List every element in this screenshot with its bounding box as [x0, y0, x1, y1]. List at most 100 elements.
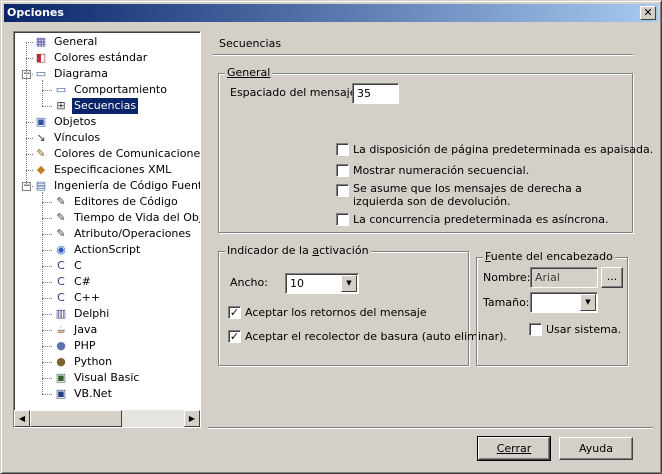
- tree-item-label: Python: [74, 355, 113, 368]
- options-dialog: Opciones ✕ ▦ General ◧ Colores estándar ▭ Dia…: [0, 0, 662, 474]
- title-divider: [213, 54, 633, 56]
- close-button[interactable]: Cerrar: [477, 436, 551, 461]
- scroll-thumb[interactable]: [30, 410, 122, 427]
- font-browse-button[interactable]: ...: [601, 267, 623, 288]
- communication-colors-icon: ✎: [36, 147, 46, 160]
- tree-connector: [42, 234, 52, 235]
- font-name-input[interactable]: Arial: [530, 267, 598, 288]
- tree-item-label: Objetos: [54, 115, 97, 128]
- font-name-label: Nombre:: [483, 271, 531, 284]
- tree-connector: [42, 378, 52, 379]
- links-icon: ↘: [36, 131, 46, 144]
- landscape-checkbox[interactable]: [336, 143, 349, 156]
- sequence-numbering-label: Mostrar numeración secuencial.: [353, 164, 530, 177]
- help-button-label: Ayuda: [579, 442, 613, 455]
- tree-item-label: Vínculos: [54, 131, 101, 144]
- garbage-collector-label: Aceptar el recolector de basura (auto el…: [245, 330, 507, 343]
- delphi-icon: ▥: [55, 307, 67, 320]
- tree-connector: [26, 42, 27, 186]
- php-icon: ●: [56, 339, 66, 352]
- help-button[interactable]: Ayuda: [559, 437, 633, 460]
- tree-connector: [42, 314, 52, 315]
- tree-connector: [42, 266, 52, 267]
- use-system-label: Usar sistema.: [546, 323, 622, 336]
- options-tree[interactable]: ▦ General ◧ Colores estándar ▭ Diagrama − ▭ Comp…: [13, 31, 201, 428]
- close-window-button[interactable]: ✕: [640, 6, 656, 20]
- tree-connector: [42, 192, 43, 394]
- tree-item-label: Especificaciones XML: [54, 163, 172, 176]
- tree-item-label: General: [54, 35, 98, 48]
- tree-connector: [42, 346, 52, 347]
- font-size-select[interactable]: ▼: [530, 292, 598, 313]
- java-icon: ☕: [56, 323, 66, 336]
- tree-connector: [42, 90, 52, 91]
- visual-basic-icon: ▣: [55, 371, 67, 384]
- python-icon: ●: [56, 355, 66, 368]
- tree-item-label: Editores de Código: [74, 195, 178, 208]
- tree-item-label: Ingeniería de Código Fuente: [54, 179, 201, 192]
- accept-returns-label: Aceptar los retornos del mensaje: [245, 306, 427, 319]
- tree-connector: [42, 362, 52, 363]
- xml-icon: ◆: [36, 163, 46, 176]
- tree-connector: [42, 106, 52, 107]
- tree-item-label: Comportamiento: [74, 83, 167, 96]
- chevron-down-icon[interactable]: ▼: [580, 294, 596, 311]
- sequence-numbering-checkbox[interactable]: [336, 164, 349, 177]
- tree-connector: [26, 42, 33, 43]
- right-to-left-return-checkbox[interactable]: [336, 184, 349, 197]
- width-value: 10: [290, 277, 304, 290]
- tree-item-label: Colores de Comunicaciones: [54, 147, 201, 160]
- tree-connector: [26, 170, 33, 171]
- tree-connector: [42, 298, 52, 299]
- general-icon: ▦: [35, 35, 47, 48]
- behavior-icon: ▭: [55, 83, 67, 96]
- tree-item-label: PHP: [74, 339, 96, 352]
- title-bar: Opciones ✕: [4, 4, 658, 22]
- sequence-icon: ⊞: [56, 99, 66, 112]
- tree-connector: [42, 394, 52, 395]
- tree-connector: [42, 218, 52, 219]
- width-select[interactable]: 10 ▼: [285, 273, 359, 294]
- scroll-left-button[interactable]: ◀: [14, 410, 30, 427]
- tree-horizontal-scrollbar[interactable]: ◀ ▶: [14, 410, 200, 427]
- window-title: Opciones: [7, 6, 64, 19]
- vbnet-icon: ▣: [55, 387, 67, 400]
- tree-connector: [42, 282, 52, 283]
- landscape-label: La disposición de página predeterminada …: [353, 143, 654, 156]
- diagram-icon: ▭: [35, 67, 47, 80]
- tree-connector: [42, 330, 52, 331]
- attribute-icon: ✎: [56, 227, 66, 240]
- header-font-legend: Fuente del encabezado: [483, 250, 615, 263]
- tree-item-label: Visual Basic: [74, 371, 140, 384]
- tree-item-label: Colores estándar: [54, 51, 148, 64]
- general-legend: General: [225, 66, 273, 79]
- tree-connector: [26, 58, 33, 59]
- tree-item-label: C: [74, 259, 82, 272]
- chevron-down-icon[interactable]: ▼: [341, 275, 357, 292]
- message-spacing-label: Espaciado del mensaje:: [230, 86, 361, 99]
- colors-icon: ◧: [35, 51, 47, 64]
- c-icon: C: [57, 259, 65, 272]
- tree-connector: [42, 80, 43, 106]
- use-system-checkbox[interactable]: [529, 323, 542, 336]
- bottom-divider: [208, 427, 653, 429]
- accept-returns-checkbox[interactable]: ✓: [228, 306, 241, 319]
- tree-item-label: Delphi: [74, 307, 110, 320]
- csharp-icon: C: [57, 275, 65, 288]
- right-to-left-return-label: Se asume que los mensajes de derecha a i…: [353, 182, 582, 208]
- object-lifetime-icon: ✎: [56, 211, 66, 224]
- scroll-right-button[interactable]: ▶: [184, 410, 200, 427]
- tree-item-label: Java: [74, 323, 98, 336]
- source-engineering-icon: ▤: [35, 179, 47, 192]
- code-editor-icon: ✎: [56, 195, 66, 208]
- async-concurrency-label: La concurrencia predeterminada es asíncr…: [353, 213, 609, 226]
- async-concurrency-checkbox[interactable]: [336, 213, 349, 226]
- garbage-collector-checkbox[interactable]: ✓: [228, 330, 241, 343]
- tree-item-label: VB.Net: [74, 387, 112, 400]
- close-button-label: Cerrar: [496, 442, 532, 455]
- tree-connector: [26, 154, 33, 155]
- font-size-label: Tamaño:: [483, 296, 530, 309]
- activation-legend: Indicador de la activación: [225, 244, 371, 257]
- message-spacing-input[interactable]: 35: [352, 83, 399, 104]
- tree-connector: [42, 250, 52, 251]
